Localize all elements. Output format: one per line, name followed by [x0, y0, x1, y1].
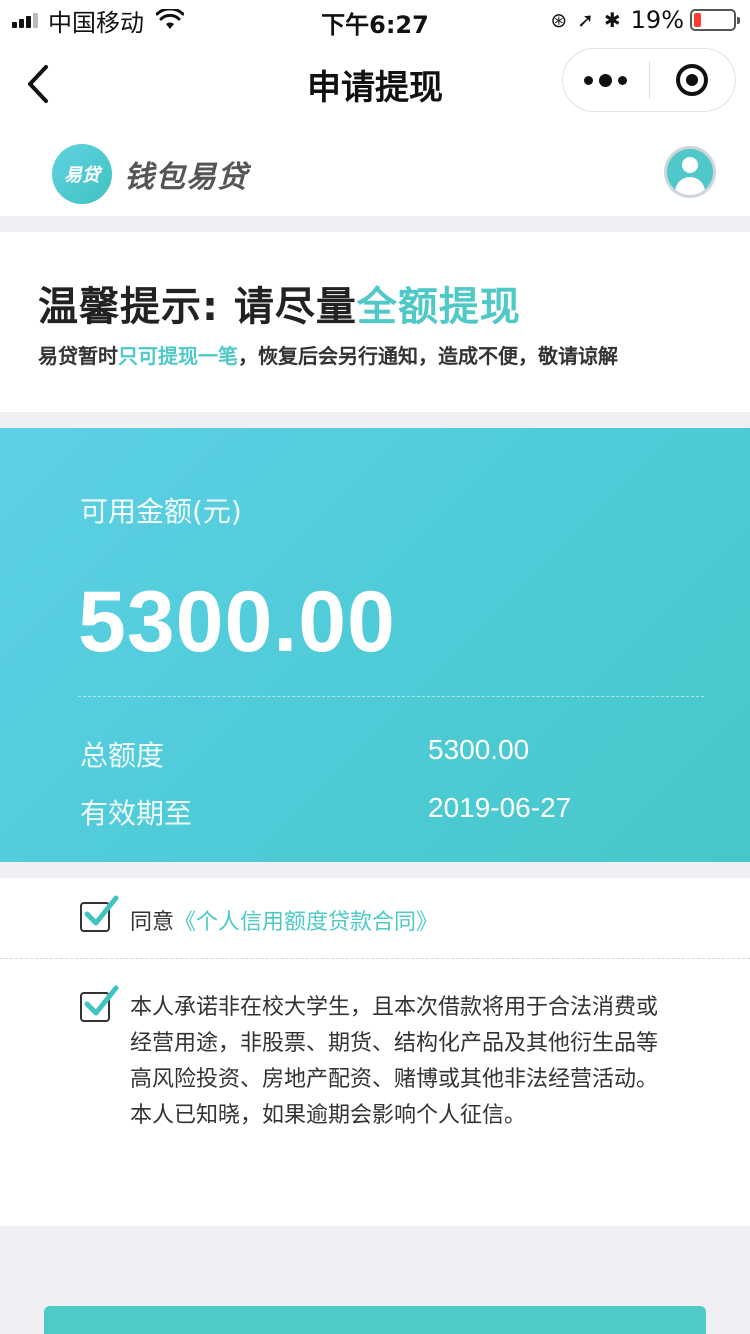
expiry-value: 2019-06-27 — [428, 792, 572, 823]
agree-contract-checkbox[interactable] — [80, 895, 119, 932]
mini-program-capsule — [562, 48, 736, 112]
checkmark-icon — [84, 985, 119, 1016]
available-amount-label: 可用金额(元) — [80, 495, 242, 528]
total-limit-value: 5300.00 — [428, 734, 530, 765]
amount-divider — [78, 696, 704, 697]
tip-subtitle: 易贷暂时只可提现一笔，恢复后会另行通知，造成不便，敬请谅解 — [38, 340, 618, 369]
tip-title-prefix: 温馨提示: 请尽量 — [38, 284, 357, 330]
agree-text: 同意《个人信用额度贷款合同》 — [130, 904, 438, 936]
more-button[interactable] — [563, 49, 649, 111]
pledge-checkbox[interactable] — [80, 985, 119, 1022]
back-button[interactable] — [18, 60, 58, 108]
total-limit-label: 总额度 — [80, 739, 165, 772]
rotation-lock-icon: ⊛ — [550, 8, 568, 32]
brand-logo: 易贷 — [52, 144, 112, 204]
contract-link[interactable]: 《个人信用额度贷款合同》 — [174, 910, 438, 935]
brand-name: 钱包易贷 — [124, 160, 248, 195]
location-icon: ➚ — [577, 8, 594, 32]
checkmark-icon — [84, 895, 119, 926]
nav-bar: 申请提现 — [0, 40, 750, 128]
tip-section: 温馨提示: 请尽量全额提现 易贷暂时只可提现一笔，恢复后会另行通知，造成不便，敬… — [0, 232, 750, 412]
close-mini-program-button[interactable] — [650, 49, 736, 111]
avatar-body — [675, 177, 705, 195]
submit-button[interactable] — [44, 1306, 706, 1334]
total-limit-row: 总额度 5300.00 — [80, 734, 680, 774]
expiry-row: 有效期至 2019-06-27 — [80, 792, 680, 832]
tip-title: 温馨提示: 请尽量全额提现 — [38, 274, 521, 332]
expiry-label: 有效期至 — [80, 797, 193, 830]
available-amount-value: 5300.00 — [78, 574, 396, 670]
status-bar: 中国移动 下午6:27 ⊛ ➚ ✱ 19% — [0, 0, 750, 40]
target-icon — [676, 64, 709, 96]
brand-bar: 易贷 钱包易贷 — [0, 128, 750, 216]
agreement-divider — [0, 958, 750, 959]
bluetooth-icon: ✱ — [603, 8, 621, 32]
battery-fill — [694, 13, 702, 27]
pledge-text: 本人承诺非在校大学生，且本次借款将用于合法消费或经营用途，非股票、期货、结构化产… — [130, 995, 659, 1128]
user-avatar[interactable] — [664, 146, 716, 198]
dot-icon — [618, 75, 628, 85]
status-right: ⊛ ➚ ✱ 19% — [540, 6, 740, 34]
tip-sub-prefix: 易贷暂时 — [38, 344, 118, 368]
amount-card: 可用金额(元) 5300.00 总额度 5300.00 有效期至 2019-06… — [0, 428, 750, 862]
dot-icon — [599, 73, 613, 87]
tip-title-highlight: 全额提现 — [356, 284, 521, 330]
tip-sub-suffix: ，恢复后会另行通知，造成不便，敬请谅解 — [238, 344, 618, 368]
tip-sub-highlight: 只可提现一笔 — [118, 344, 238, 368]
dot-icon — [584, 75, 594, 85]
battery-icon — [690, 9, 740, 31]
avatar-head — [682, 157, 698, 173]
agree-prefix: 同意 — [130, 910, 175, 935]
chevron-left-icon — [28, 65, 48, 103]
battery-percent: 19% — [630, 6, 684, 34]
agreement-section: 同意《个人信用额度贷款合同》 本人承诺非在校大学生，且本次借款将用于合法消费或经… — [0, 878, 750, 1226]
